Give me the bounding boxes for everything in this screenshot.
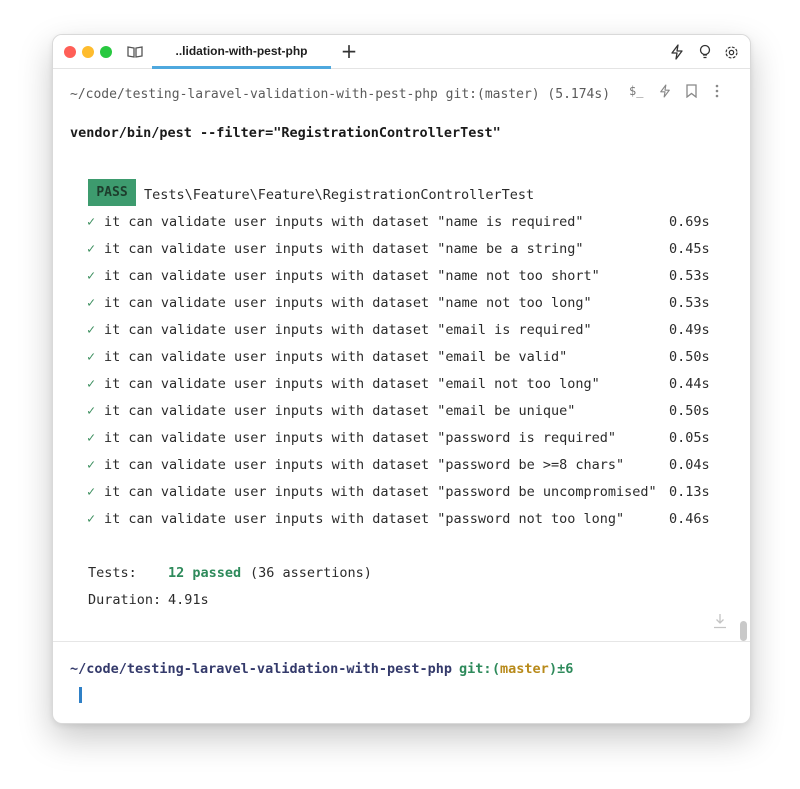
check-icon: ✓ [87, 511, 96, 527]
test-name: it can validate user inputs with dataset… [104, 484, 657, 500]
check-icon: ✓ [87, 268, 96, 284]
test-duration: 0.53s [669, 295, 710, 311]
check-icon: ✓ [87, 322, 96, 338]
test-name: it can validate user inputs with dataset… [104, 241, 584, 257]
prompt-path: ~/code/testing-laravel-validation-with-p… [70, 661, 453, 677]
svg-text:$_: $_ [629, 84, 644, 98]
tab-active-indicator [152, 66, 331, 69]
assertions-count: (36 assertions) [250, 565, 372, 581]
test-name: it can validate user inputs with dataset… [104, 511, 625, 527]
prompt-paren-open: ( [492, 661, 501, 677]
close-window-button[interactable] [64, 46, 76, 58]
download-icon[interactable] [711, 611, 729, 631]
check-icon: ✓ [87, 295, 96, 311]
command-line: vendor/bin/pest --filter="RegistrationCo… [70, 125, 501, 141]
test-duration: 0.50s [669, 349, 710, 365]
test-name: it can validate user inputs with dataset… [104, 349, 568, 365]
test-duration: 0.50s [669, 403, 710, 419]
test-name: it can validate user inputs with dataset… [104, 322, 592, 338]
lightbulb-icon[interactable] [696, 43, 714, 61]
title-bar: ..lidation-with-pest-php + [53, 35, 750, 69]
input-cursor[interactable] [79, 687, 82, 703]
test-name: it can validate user inputs with dataset… [104, 214, 584, 230]
minimize-window-button[interactable] [82, 46, 94, 58]
test-name: it can validate user inputs with dataset… [104, 457, 625, 473]
prompt-dirty-count: )±6 [549, 661, 574, 677]
suite-name: Tests\Feature\Feature\RegistrationContro… [144, 187, 535, 203]
check-icon: ✓ [87, 430, 96, 446]
tests-label: Tests: [88, 565, 137, 581]
prompt-branch: master [500, 661, 549, 677]
check-icon: ✓ [87, 376, 96, 392]
check-icon: ✓ [87, 403, 96, 419]
test-duration: 0.45s [669, 241, 710, 257]
terminal-icon[interactable]: $_ [628, 82, 648, 100]
block-header: ~/code/testing-laravel-validation-with-p… [70, 87, 611, 102]
bookmark-icon[interactable] [683, 82, 699, 100]
test-name: it can validate user inputs with dataset… [104, 376, 600, 392]
test-name: it can validate user inputs with dataset… [104, 430, 617, 446]
tests-passed-count: 12 passed [168, 565, 242, 581]
prompt-git-label: git: [459, 661, 492, 677]
check-icon: ✓ [87, 214, 96, 230]
bolt-icon[interactable] [656, 82, 674, 100]
duration-value: 4.91s [168, 592, 209, 608]
test-duration: 0.04s [669, 457, 710, 473]
pass-badge: PASS [88, 179, 136, 206]
maximize-window-button[interactable] [100, 46, 112, 58]
duration-label: Duration: [88, 592, 162, 608]
sidebar-book-icon[interactable] [126, 43, 144, 61]
test-duration: 0.53s [669, 268, 710, 284]
check-icon: ✓ [87, 241, 96, 257]
test-duration: 0.44s [669, 376, 710, 392]
test-name: it can validate user inputs with dataset… [104, 295, 592, 311]
tab-active[interactable]: ..lidation-with-pest-php [152, 35, 331, 69]
new-tab-button[interactable]: + [339, 39, 359, 63]
scrollbar-thumb[interactable] [740, 621, 747, 641]
test-duration: 0.13s [669, 484, 710, 500]
check-icon: ✓ [87, 457, 96, 473]
check-icon: ✓ [87, 484, 96, 500]
check-icon: ✓ [87, 349, 96, 365]
settings-gear-icon[interactable] [722, 43, 740, 61]
block-divider [53, 641, 750, 642]
test-name: it can validate user inputs with dataset… [104, 403, 576, 419]
test-duration: 0.46s [669, 511, 710, 527]
test-name: it can validate user inputs with dataset… [104, 268, 600, 284]
bolt-icon[interactable] [668, 43, 686, 61]
more-icon[interactable] [710, 82, 724, 100]
test-duration: 0.69s [669, 214, 710, 230]
tab-title: ..lidation-with-pest-php [175, 44, 308, 58]
test-duration: 0.49s [669, 322, 710, 338]
terminal-window: ..lidation-with-pest-php + ~/code/testin… [52, 34, 751, 724]
test-duration: 0.05s [669, 430, 710, 446]
